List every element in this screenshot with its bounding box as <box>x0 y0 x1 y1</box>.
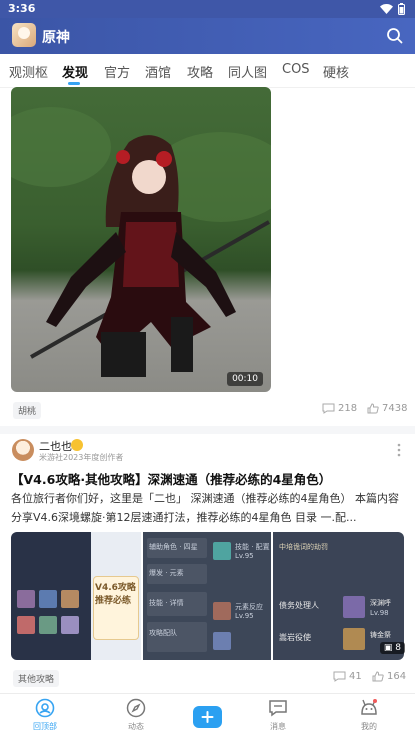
nav-label: 消息 <box>270 722 286 731</box>
like-count-value: 7438 <box>382 403 408 414</box>
thumb-text: 技能 · 详情 <box>149 599 184 607</box>
thumbs-up-icon <box>372 671 384 682</box>
post-image-1[interactable]: V4.6攻略 推荐必练 <box>11 532 141 660</box>
image-count-value: 8 <box>395 643 401 653</box>
author-avatar[interactable] <box>12 439 34 461</box>
feed-divider <box>0 426 415 434</box>
thumb-text: 技能 · 配置 <box>235 543 270 551</box>
guide-cover-text: V4.6攻略 推荐必练 <box>95 583 136 606</box>
compass-icon <box>126 698 146 718</box>
nav-label: 回顶部 <box>33 722 57 731</box>
post-image-3[interactable]: 中培诡词的劫罚 债务处理人 深渊呼 Lv.98 嵩岩役使 铸金祭 <box>273 532 404 660</box>
home-icon <box>35 698 55 718</box>
character-portrait <box>213 542 231 560</box>
search-icon[interactable] <box>385 26 405 46</box>
level-text: Lv.98 <box>370 609 389 617</box>
character-portrait <box>39 616 57 634</box>
character-portrait <box>213 602 231 620</box>
category-tabs: 观测枢 发现 官方 酒馆 攻略 同人图 COS 硬核 <box>0 54 415 88</box>
character-portrait <box>39 590 57 608</box>
game-title[interactable]: 原神 <box>42 27 70 47</box>
tab-tavern[interactable]: 酒馆 <box>145 62 171 81</box>
thumb-text: 深渊呼 <box>370 599 391 607</box>
compose-button[interactable] <box>193 706 222 728</box>
comment-count[interactable]: 41 <box>333 671 362 682</box>
comment-count-value: 41 <box>349 671 362 682</box>
comment-icon <box>333 671 346 682</box>
character-portrait <box>343 628 365 650</box>
nav-messages[interactable]: 消息 <box>248 698 308 732</box>
post-excerpt[interactable]: 各位旅行者你们好，这里是「二也」 深渊速通（推荐必练的4星角色） 本篇内容 分享… <box>11 489 406 527</box>
message-icon <box>269 700 287 717</box>
author-subtitle: 米游社2023年度创作者 <box>39 453 124 462</box>
character-portrait <box>213 632 231 650</box>
like-count[interactable]: 7438 <box>367 403 407 414</box>
comment-count[interactable]: 218 <box>322 403 357 414</box>
tab-official[interactable]: 官方 <box>104 62 130 81</box>
post-topic-tag[interactable]: 胡桃 <box>13 402 42 419</box>
nav-feed[interactable]: 动态 <box>106 698 166 732</box>
nav-label: 我的 <box>361 722 377 731</box>
thumb-text: 中培诡词的劫罚 <box>279 543 328 551</box>
thumbs-up-icon <box>367 403 379 414</box>
app-header: 原神 <box>0 18 415 54</box>
plus-icon <box>201 711 214 723</box>
character-portrait <box>61 616 79 634</box>
comment-count-value: 218 <box>338 403 358 414</box>
nav-profile[interactable]: 我的 <box>339 698 399 732</box>
active-tab-indicator <box>68 82 80 85</box>
character-portrait <box>17 616 35 634</box>
image-count-badge: ▣ 8 <box>379 642 405 654</box>
game-avatar[interactable] <box>12 23 36 47</box>
level-text: Lv.95 <box>235 552 254 560</box>
thumb-text: 铸金祭 <box>370 631 391 639</box>
video-duration: 00:10 <box>227 372 263 386</box>
tab-discover[interactable]: 发现 <box>62 62 88 81</box>
status-bar: 3:36 <box>0 0 415 18</box>
character-portrait <box>343 596 365 618</box>
level-text: Lv.95 <box>235 612 254 620</box>
more-options-icon[interactable] <box>397 443 401 457</box>
like-count-value: 164 <box>387 671 407 682</box>
battery-icon <box>398 3 405 15</box>
status-time: 3:36 <box>8 2 36 15</box>
thumb-text: 嵩岩役使 <box>279 633 311 642</box>
tab-observatory[interactable]: 观测枢 <box>9 62 48 81</box>
thumb-text: 债务处理人 <box>279 601 319 610</box>
wifi-icon <box>380 4 393 14</box>
tab-fanart[interactable]: 同人图 <box>228 62 267 81</box>
system-icons <box>380 3 405 15</box>
like-count[interactable]: 164 <box>372 671 406 682</box>
thumb-text: 爆发 · 元素 <box>149 569 184 577</box>
character-portrait <box>17 590 35 608</box>
character-portrait <box>61 590 79 608</box>
tab-cos[interactable]: COS <box>282 62 310 77</box>
comment-icon <box>322 403 335 414</box>
profile-icon <box>361 699 377 715</box>
cosplay-photo <box>11 107 271 377</box>
tab-hardcore[interactable]: 硬核 <box>323 62 349 81</box>
tab-guides[interactable]: 攻略 <box>187 62 213 81</box>
creator-badge-icon <box>71 439 83 451</box>
thumb-text: 元素反应 <box>235 603 263 611</box>
post-title[interactable]: 【V4.6攻略·其他攻略】深渊速通（推荐必练的4星角色） <box>11 469 406 488</box>
post-image-2[interactable]: 辅助角色 · 四星 爆发 · 元素 技能 · 详情 攻略配队 技能 · 配置 L… <box>143 532 271 660</box>
nav-back-to-top[interactable]: 回顶部 <box>15 698 75 732</box>
thumb-text: 攻略配队 <box>149 629 177 637</box>
cosplay-video-thumbnail[interactable]: 00:10 <box>11 87 271 392</box>
post-category-tag[interactable]: 其他攻略 <box>13 670 60 687</box>
thumb-text: 辅助角色 · 四星 <box>149 543 198 551</box>
nav-label: 动态 <box>128 722 144 731</box>
